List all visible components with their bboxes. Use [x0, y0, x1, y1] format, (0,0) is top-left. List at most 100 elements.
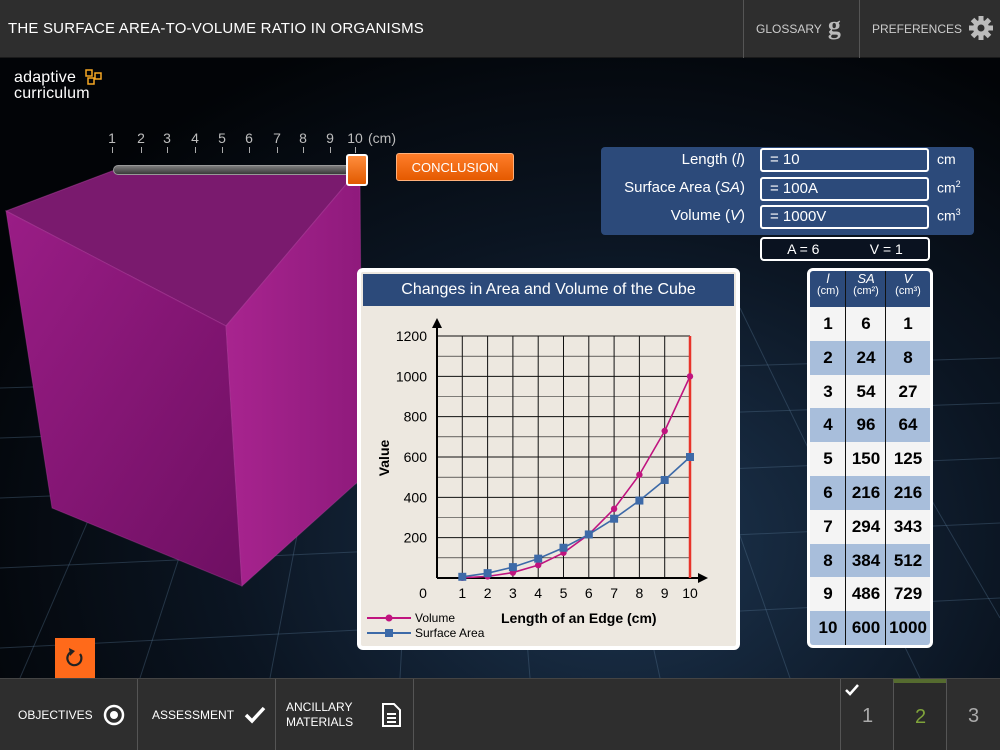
page-tab-2[interactable]: 2: [893, 679, 947, 750]
table-column-divider: [845, 271, 846, 645]
length-slider-track[interactable]: [113, 165, 365, 175]
table-cell: 486: [851, 584, 881, 604]
vol-symbol: V: [729, 207, 740, 224]
sa-unit-base: cm: [937, 179, 956, 196]
objectives-button[interactable]: OBJECTIVES: [0, 679, 138, 750]
x-tick-label: 0: [419, 585, 427, 601]
gear-icon: [968, 15, 994, 44]
length-label-close: ): [740, 151, 745, 168]
y-tick-label: 600: [404, 449, 428, 465]
page-tab-1[interactable]: 1: [840, 679, 894, 750]
table-cell: 343: [893, 516, 923, 536]
ancillary-label: ANCILLARY MATERIALS: [286, 700, 354, 729]
objectives-label: OBJECTIVES: [18, 708, 93, 722]
table-header: l (cm) SA (cm²) V (cm³): [810, 271, 930, 307]
reset-button[interactable]: [55, 638, 95, 678]
glossary-label: GLOSSARY: [756, 22, 822, 36]
data-point-volume: [686, 373, 694, 380]
table-header-volume: V (cm³): [886, 271, 930, 297]
table-cell: 150: [851, 449, 881, 469]
length-unit: cm: [937, 151, 956, 167]
header-sa-unit: (cm²): [853, 285, 879, 297]
sa-label-text: Surface Area (: [624, 179, 720, 196]
glossary-button[interactable]: GLOSSARY g: [743, 0, 859, 58]
header-volume-sym: V: [903, 271, 913, 286]
assessment-button[interactable]: ASSESSMENT: [138, 679, 276, 750]
table-cell: 216: [893, 483, 923, 502]
logo-mark-icon: [85, 69, 102, 85]
x-tick-label: 3: [509, 585, 517, 601]
x-tick-label: 9: [661, 585, 669, 601]
volume-unit: cm3: [937, 207, 961, 224]
surface-area-label: Surface Area (SA): [624, 179, 745, 196]
length-slider-thumb[interactable]: [346, 154, 368, 186]
g-glossary-icon: g: [827, 11, 841, 40]
slider-tick-mark: [167, 147, 168, 153]
length-label: Length (l): [682, 151, 745, 168]
data-point-surface-area: [660, 475, 669, 484]
table-cell: 512: [893, 550, 923, 570]
vol-label-text: Volume (: [670, 207, 730, 224]
app-title: THE SURFACE AREA-TO-VOLUME RATIO IN ORGA…: [8, 20, 424, 37]
slider-tick-mark: [277, 147, 278, 153]
table-row: 7 294 343: [810, 509, 930, 544]
table-cell: 1: [903, 314, 913, 333]
volume-value-field: = 1000V: [760, 205, 929, 229]
page-tab-3[interactable]: 3: [946, 679, 1000, 750]
bottom-bar: OBJECTIVES ASSESSMENT ANCILLARY MATERIAL…: [0, 678, 1000, 750]
table-cell: 2: [823, 347, 833, 367]
table-cell: 384: [851, 550, 881, 570]
table-cell: 24: [856, 347, 876, 367]
table-cell: 64: [898, 415, 918, 435]
top-bar: THE SURFACE AREA-TO-VOLUME RATIO IN ORGA…: [0, 0, 1000, 58]
sa-label-close: ): [740, 179, 745, 196]
slider-tick-mark: [141, 147, 142, 153]
slider-tick-mark: [303, 147, 304, 153]
slider-tick-label: 5: [218, 130, 226, 146]
slider-unit-label: (cm): [368, 130, 396, 146]
slider-tick-label: 7: [273, 130, 281, 146]
area-volume-chart: 200 400 600 800 1000 1200 0 1 2 3 4 5 6 7 8 9 10 Length o…: [367, 318, 708, 640]
y-tick-label: 200: [404, 530, 428, 546]
check-icon: [244, 706, 266, 724]
table-row: 9 486 729: [810, 577, 930, 612]
table-row: 2 24 8: [810, 340, 930, 375]
ratio-v: V = 1: [869, 241, 903, 257]
x-tick-label: 8: [636, 585, 644, 601]
ancillary-materials-button[interactable]: ANCILLARY MATERIALS: [276, 679, 414, 750]
preferences-button[interactable]: PREFERENCES: [859, 0, 1000, 58]
data-point-surface-area: [559, 543, 568, 552]
table-row: 4 96 64: [810, 408, 930, 443]
y-tick-label: 800: [404, 409, 428, 425]
x-tick-label: 2: [484, 585, 492, 601]
table-cell: 3: [823, 381, 833, 401]
sa-unit-exp: 2: [955, 179, 961, 189]
table-cell: 10: [818, 618, 838, 638]
data-point-surface-area: [534, 554, 543, 563]
conclusion-button[interactable]: CONCLUSION: [396, 153, 514, 181]
document-icon: [382, 703, 401, 727]
simulation-stage: adaptive curriculum 1 2 3 4 5 6 7 8 9 10…: [0, 58, 1000, 678]
reset-icon: [66, 648, 83, 667]
surface-area-unit: cm2: [937, 179, 961, 196]
ratio-display: A = 6 V = 1: [760, 237, 930, 261]
slider-tick-label: 2: [137, 130, 145, 146]
table-cell: 8: [823, 550, 833, 570]
x-tick-label: 4: [534, 585, 542, 601]
table-row: 8 384 512: [810, 543, 930, 578]
data-point-volume: [661, 427, 668, 435]
y-axis-label: Value: [376, 440, 392, 477]
logo-line-1: adaptive: [14, 69, 77, 86]
series-line-surface-area: [462, 456, 691, 578]
table-cell: 729: [893, 584, 923, 604]
table-header-sa: SA (cm²): [846, 272, 886, 297]
slider-tick-mark: [330, 147, 331, 153]
table-cell: 6: [823, 483, 833, 502]
table-cell: 294: [851, 516, 881, 536]
table-cell: 8: [903, 347, 913, 367]
measurement-readout-panel: Length (l) = 10 cm Surface Area (SA) = 1…: [601, 147, 974, 235]
target-icon: [103, 704, 124, 726]
table-cell: 96: [856, 415, 876, 435]
slider-tick-mark: [355, 147, 356, 153]
length-value-field: = 10: [760, 148, 929, 172]
